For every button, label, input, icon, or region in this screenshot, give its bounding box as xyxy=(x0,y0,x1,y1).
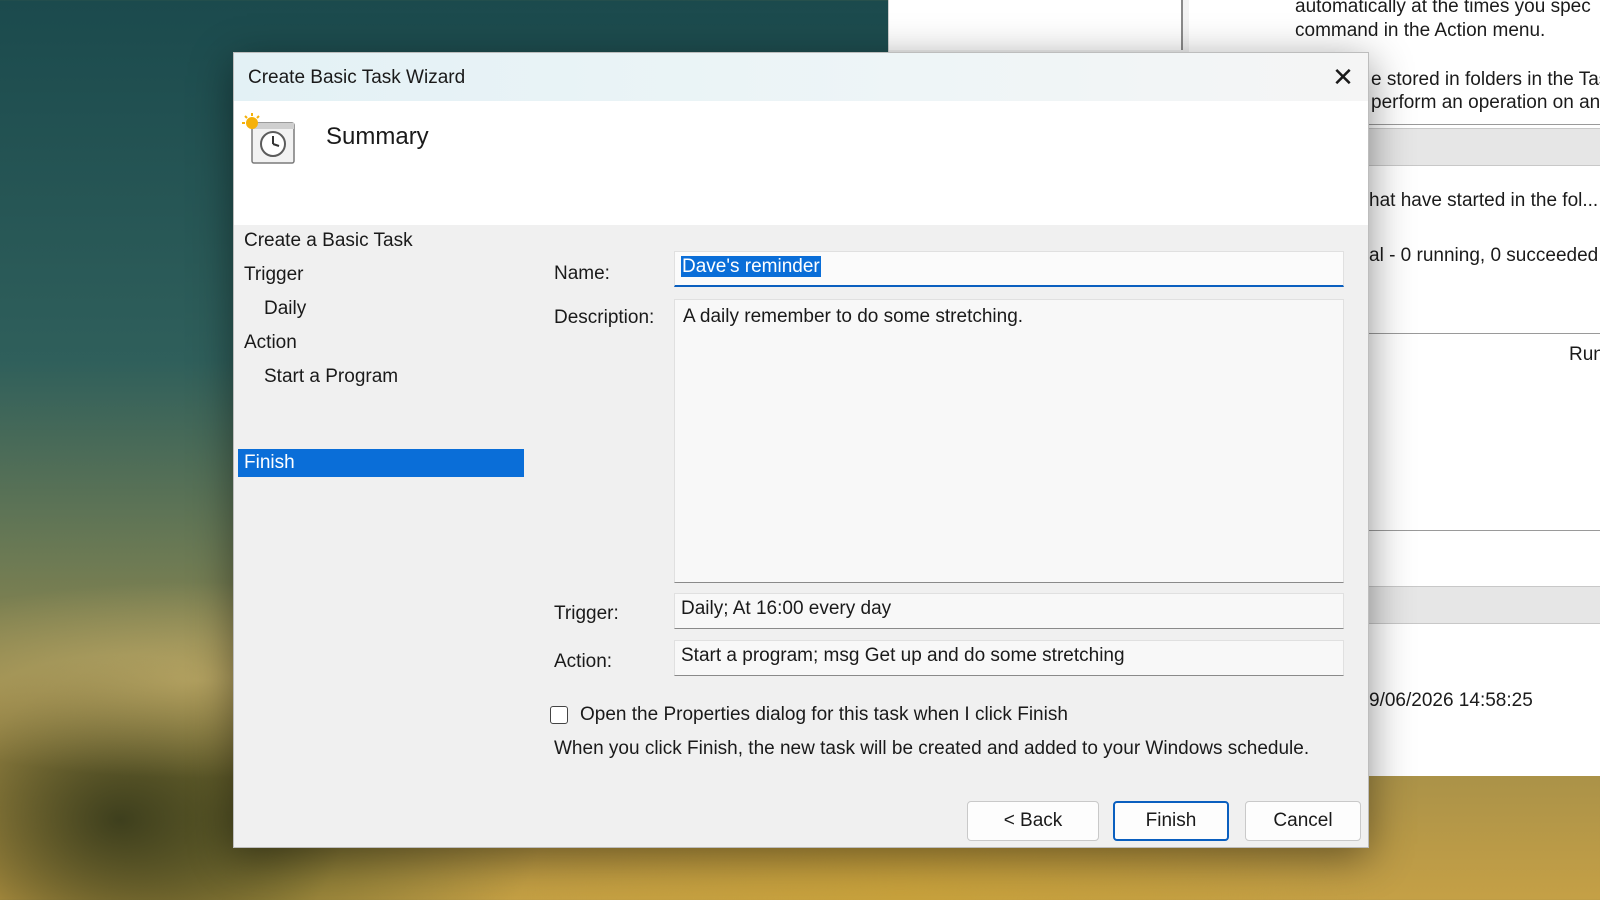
action-field[interactable]: Start a program; msg Get up and do some … xyxy=(674,640,1344,676)
background-text-line: al - 0 running, 0 succeeded, xyxy=(1369,245,1600,266)
background-timestamp: 9/06/2026 14:58:25 xyxy=(1369,690,1533,711)
trigger-field[interactable]: Daily; At 16:00 every day xyxy=(674,593,1344,629)
background-text-line: command in the Action menu. xyxy=(1295,20,1546,41)
background-divider xyxy=(1369,124,1600,125)
background-section-header xyxy=(1369,586,1600,624)
description-field[interactable]: A daily remember to do some stretching. xyxy=(674,299,1344,583)
wizard-header: Summary xyxy=(234,101,1368,225)
step-create-basic-task[interactable]: Create a Basic Task xyxy=(238,227,524,255)
cancel-button[interactable]: Cancel xyxy=(1245,801,1361,841)
finish-note: When you click Finish, the new task will… xyxy=(554,738,1310,759)
background-text-line: perform an operation on an xyxy=(1371,92,1600,112)
step-daily[interactable]: Daily xyxy=(238,295,524,323)
background-column-header: Run xyxy=(1569,344,1600,365)
background-section-header xyxy=(1369,128,1600,166)
task-clock-icon xyxy=(242,113,295,164)
step-finish[interactable]: Finish xyxy=(238,449,524,477)
open-properties-row: Open the Properties dialog for this task… xyxy=(550,703,1068,727)
action-label: Action: xyxy=(554,651,613,672)
finish-button[interactable]: Finish xyxy=(1113,801,1229,841)
name-value: Dave's reminder xyxy=(681,256,821,277)
name-label: Name: xyxy=(554,263,610,284)
close-icon: ✕ xyxy=(1332,61,1354,92)
trigger-label: Trigger: xyxy=(554,603,619,624)
name-field[interactable]: Dave's reminder xyxy=(674,251,1344,287)
background-divider xyxy=(1369,530,1600,531)
background-text-line: e stored in folders in the Tas xyxy=(1371,69,1600,90)
background-text-line: automatically at the times you spec xyxy=(1295,0,1591,17)
title-bar: Create Basic Task Wizard ✕ xyxy=(234,53,1368,101)
close-button[interactable]: ✕ xyxy=(1324,59,1362,95)
dialog-title: Create Basic Task Wizard xyxy=(248,67,466,88)
back-button[interactable]: < Back xyxy=(967,801,1099,841)
background-text-line: hat have started in the fol... xyxy=(1369,190,1599,211)
step-start-a-program[interactable]: Start a Program xyxy=(238,363,524,391)
background-left-pane xyxy=(889,0,1183,50)
background-divider xyxy=(1369,333,1600,334)
page-title: Summary xyxy=(326,123,429,150)
open-properties-checkbox[interactable] xyxy=(550,706,568,724)
wizard-steps-list: Create a Basic Task Trigger Daily Action… xyxy=(234,225,524,785)
open-properties-label[interactable]: Open the Properties dialog for this task… xyxy=(580,704,1068,726)
step-action[interactable]: Action xyxy=(238,329,524,357)
step-trigger[interactable]: Trigger xyxy=(238,261,524,289)
description-label: Description: xyxy=(554,307,655,328)
create-basic-task-wizard-dialog: Create Basic Task Wizard ✕ Summary Creat… xyxy=(233,52,1369,848)
